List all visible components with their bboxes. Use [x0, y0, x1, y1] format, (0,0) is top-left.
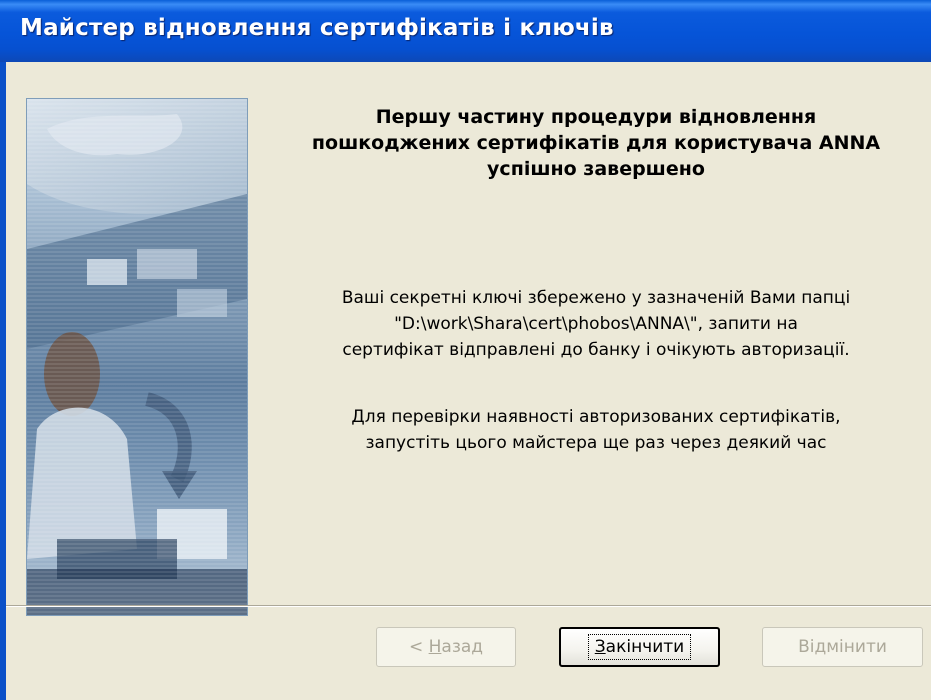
back-accel: Н [428, 637, 442, 657]
hint-message: Для перевірки наявності авторизованих се… [266, 404, 926, 456]
title-bar[interactable]: Майстер відновлення сертифікатів і ключі… [0, 0, 931, 62]
finish-button[interactable]: Закінчити [559, 627, 720, 667]
back-button-label: < Назад [409, 637, 483, 657]
heading-line-3: успішно завершено [487, 158, 705, 180]
status-message: Ваші секретні ключі збережено у зазначен… [266, 285, 926, 363]
wizard-window: Майстер відновлення сертифікатів і ключі… [0, 0, 931, 700]
hint-line-2: запустіть цього майстера ще раз через де… [365, 433, 827, 453]
finish-button-label: Закінчити [587, 634, 692, 660]
wizard-heading: Першу частину процедури відновлення пошк… [266, 104, 926, 182]
finish-accel: З [594, 637, 606, 657]
cancel-button[interactable]: Відмінити [762, 627, 923, 667]
message-line-1: Ваші секретні ключі збережено у зазначен… [341, 288, 851, 308]
back-button[interactable]: < Назад [376, 627, 516, 667]
finish-rest: акінчити [605, 637, 685, 657]
wizard-side-illustration-icon [26, 98, 248, 616]
heading-line-1: Першу частину процедури відновлення [375, 106, 817, 128]
message-line-3: сертифікат відправлені до банку і очікую… [342, 340, 850, 360]
wizard-content: Першу частину процедури відновлення пошк… [6, 62, 931, 700]
message-line-2: "D:\work\Shara\cert\phobos\ANNA\", запит… [394, 314, 798, 334]
back-rest: азад [441, 637, 484, 657]
heading-line-2: пошкоджених сертифікатів для користувача… [311, 132, 881, 154]
window-title: Майстер відновлення сертифікатів і ключі… [20, 15, 614, 41]
cancel-button-label: Відмінити [798, 637, 887, 657]
back-prefix: < [408, 637, 429, 657]
hint-line-1: Для перевірки наявності авторизованих се… [351, 407, 841, 427]
button-separator [6, 605, 931, 607]
side-illustration-graphic [27, 99, 247, 615]
